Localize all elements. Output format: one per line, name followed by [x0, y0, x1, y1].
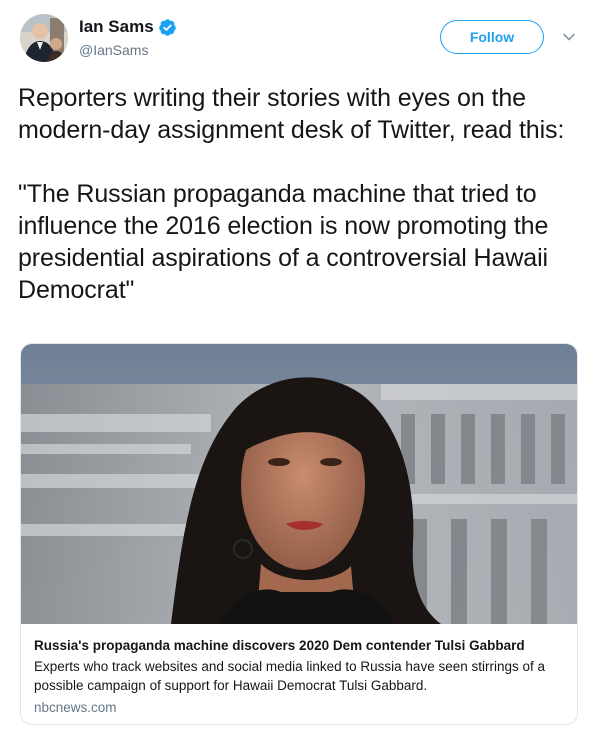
name-row: Ian Sams [79, 17, 177, 37]
tweet-text: Reporters writing their stories with eye… [18, 84, 565, 304]
card-title[interactable]: Russia's propaganda machine discovers 20… [34, 637, 564, 655]
card-domain[interactable]: nbcnews.com [34, 699, 117, 717]
chevron-down-icon[interactable] [562, 30, 576, 44]
card-description: Experts who track websites and social me… [34, 659, 545, 693]
user-handle[interactable]: @IanSams [79, 41, 148, 59]
link-card[interactable]: Russia's propaganda machine discovers 20… [20, 343, 578, 725]
article-photo-icon [21, 344, 577, 624]
verified-badge-icon [158, 18, 177, 37]
display-name[interactable]: Ian Sams [79, 17, 154, 37]
avatar[interactable] [20, 14, 68, 62]
follow-button[interactable]: Follow [440, 20, 544, 54]
tweet: Ian Sams @IanSams Follow Reporters writi… [0, 0, 593, 736]
profile-photo-icon [20, 14, 68, 62]
